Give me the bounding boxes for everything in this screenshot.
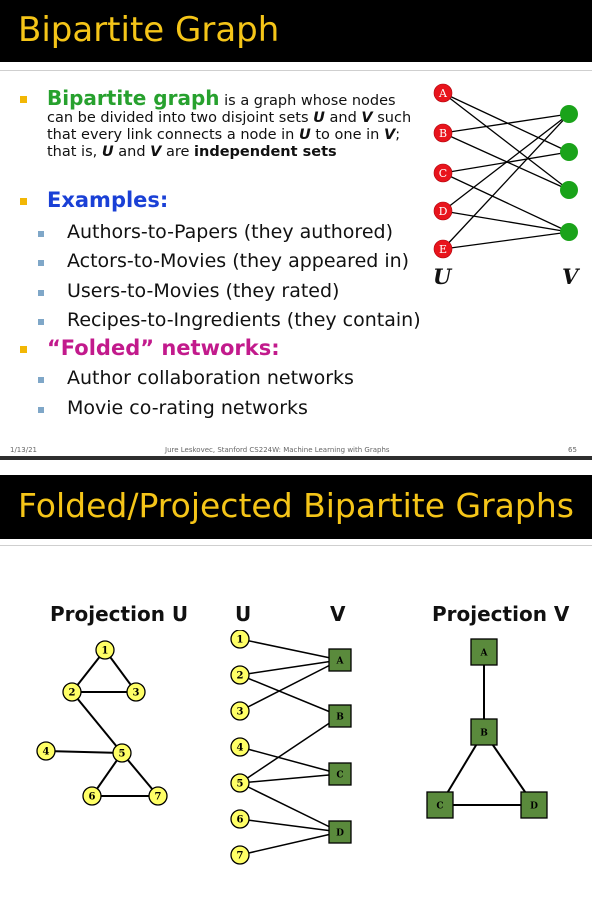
u-node-label: 7 (237, 851, 244, 862)
v-node (560, 223, 578, 241)
definition-part: are (161, 144, 195, 160)
projection-v-node-label: A (480, 649, 489, 659)
definition-part: and (324, 110, 362, 126)
projection-u-label: Projection U (50, 602, 189, 626)
slide-folded-projected: Folded/Projected Bipartite Graphs Projec… (0, 460, 592, 901)
example-item: Authors-to-Papers (they authored) (67, 221, 393, 243)
u-node-label: A (438, 87, 448, 100)
bipartite-edge (239, 782, 341, 833)
sub-bullet-marker (38, 377, 44, 383)
projection-v-label: Projection V (432, 602, 570, 626)
definition-text: Bipartite graph is a graph whose nodes c… (47, 88, 413, 161)
examples-heading: Examples: (47, 188, 169, 212)
title-divider (0, 545, 592, 546)
slide-bipartite-graph: Bipartite Graph Bipartite graph is a gra… (0, 0, 592, 460)
sub-bullet-marker (38, 290, 44, 296)
bipartite-edge (442, 113, 570, 212)
u-node-label: 5 (237, 779, 244, 790)
set-u: U (101, 144, 114, 160)
bipartite-edge (239, 773, 341, 784)
set-v: V (150, 144, 162, 160)
u-node-label: 1 (237, 635, 244, 646)
folded-item: Movie co-rating networks (67, 397, 308, 419)
u-set-label: U (433, 264, 452, 289)
set-v: V (361, 110, 373, 126)
bipartite-edge (239, 818, 341, 833)
v-node-label: D (336, 829, 344, 839)
set-v: V (383, 127, 396, 143)
bipartite-edge (239, 674, 341, 717)
u-node-label: 2 (237, 671, 244, 682)
set-u: U (298, 127, 311, 143)
bullet-marker (20, 346, 27, 353)
title-bar: Folded/Projected Bipartite Graphs (0, 475, 592, 539)
set-u: U (313, 110, 325, 126)
projection-graphs: 1 2 3 4 5 6 7 1 2 3 4 5 6 7 A B C D A B C D (36, 630, 548, 865)
bipartite-edge (239, 831, 341, 856)
bipartite-edge (239, 746, 341, 775)
v-node-label: C (336, 771, 343, 781)
slide-title: Bipartite Graph (18, 10, 280, 50)
v-node-label: B (336, 713, 344, 723)
title-bar: Bipartite Graph (0, 0, 592, 62)
projection-u-node-label: 3 (133, 688, 140, 699)
independent-sets: independent sets (194, 144, 337, 160)
u-node-label: 4 (237, 743, 244, 754)
projection-u-edge (45, 750, 123, 754)
projection-u-node-label: 4 (43, 747, 50, 758)
example-item: Users-to-Movies (they rated) (67, 280, 340, 302)
footer-date: 1/13/21 (10, 446, 37, 454)
sub-bullet-marker (38, 260, 44, 266)
bipartite-edge (239, 715, 341, 784)
definition-part: to one in (310, 127, 384, 143)
example-item: Recipes-to-Ingredients (they contain) (67, 309, 421, 331)
u-column-label: U (235, 602, 252, 626)
v-set-label: V (562, 264, 579, 289)
bipartite-edge (442, 231, 570, 250)
definition-part: and (113, 144, 151, 160)
bipartite-edge (442, 92, 570, 153)
bullet-marker (20, 96, 27, 103)
sub-bullet-marker (38, 231, 44, 237)
slide-title: Folded/Projected Bipartite Graphs (18, 486, 574, 525)
v-node (560, 143, 578, 161)
bipartite-graph: A B C D E (433, 83, 578, 259)
example-item: Actors-to-Movies (they appeared in) (67, 250, 410, 272)
projection-v-node-label: C (436, 802, 443, 812)
u-node-label: 3 (237, 707, 244, 718)
projection-u-edge (71, 691, 123, 754)
v-node (560, 181, 578, 199)
sub-bullet-marker (38, 407, 44, 413)
v-node-label: A (336, 657, 345, 667)
projection-u-node-label: 2 (69, 688, 76, 699)
v-node (560, 105, 578, 123)
projection-u-node-label: 7 (155, 792, 162, 803)
projection-v-node-label: D (530, 802, 538, 812)
u-node-label: E (439, 243, 447, 256)
projection-u-node-label: 6 (89, 792, 96, 803)
bipartite-edge (239, 638, 341, 661)
projection-v-node-label: B (480, 729, 488, 739)
footer-credit: Jure Leskovec, Stanford CS224W: Machine … (165, 446, 390, 454)
page-number: 65 (568, 446, 577, 454)
bullet-marker (20, 198, 27, 205)
projection-u-node-label: 1 (102, 646, 109, 657)
bipartite-edge (442, 113, 570, 134)
u-node-label: B (439, 127, 447, 140)
folded-heading: “Folded” networks: (47, 336, 280, 360)
definition-term: Bipartite graph (47, 86, 220, 110)
u-node-label: D (439, 205, 448, 218)
v-column-label: V (330, 602, 346, 626)
title-divider (0, 70, 592, 71)
sub-bullet-marker (38, 319, 44, 325)
u-node-label: 6 (237, 815, 244, 826)
u-node-label: C (439, 167, 447, 180)
projection-u-node-label: 5 (119, 749, 126, 760)
folded-item: Author collaboration networks (67, 367, 354, 389)
